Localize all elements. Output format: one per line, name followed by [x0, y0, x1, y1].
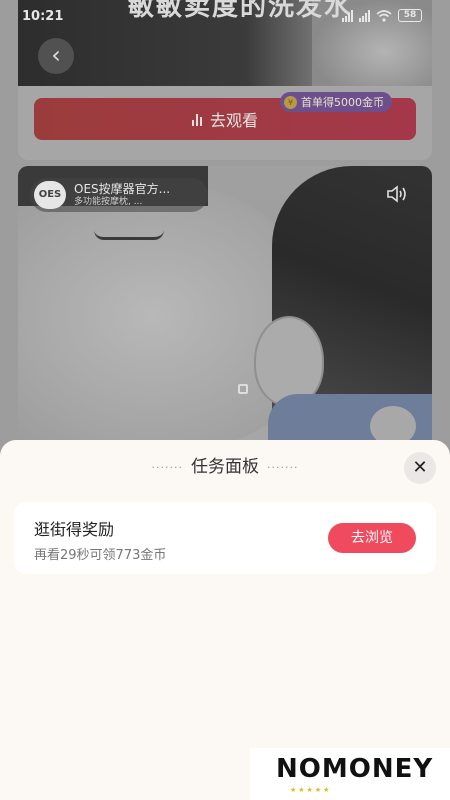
store-desc: 多功能按摩枕, ...: [74, 196, 143, 207]
close-icon[interactable]: ✕: [404, 452, 436, 484]
task-title: 逛街得奖励: [34, 520, 115, 539]
wifi-icon: [376, 9, 392, 22]
signal-icon: [359, 9, 370, 22]
watermark-stars: ★★★★★: [290, 786, 332, 794]
watermark-text: NOMONEY: [276, 754, 434, 784]
store-name: OES按摩器官方...: [74, 182, 171, 197]
browse-button[interactable]: 去浏览: [328, 523, 416, 553]
task-item: 逛街得奖励 再看29秒可领773金币 去浏览: [14, 502, 436, 574]
store-logo: OES: [34, 181, 66, 209]
chart-icon: [191, 113, 202, 126]
back-arrow-icon[interactable]: ‹: [38, 38, 74, 74]
watch-button-label: 去观看: [209, 111, 258, 130]
store-info[interactable]: OES OES按摩器官方... 多功能按摩枕, ...: [30, 178, 208, 212]
signal-icon: [342, 9, 353, 22]
task-panel-header: ······· 任务面板 ······· ✕: [0, 440, 450, 488]
video-card-2[interactable]: OES OES按摩器官方... 多功能按摩枕, ...: [18, 166, 432, 466]
status-time: 10:21: [22, 9, 64, 24]
reward-badge-text: 首单得5000金币: [301, 96, 384, 109]
battery-icon: 58: [398, 9, 422, 22]
coin-icon: ¥: [284, 95, 297, 109]
watermark-logo: NOMONEY ★★★★★: [250, 748, 450, 800]
task-panel: ······· 任务面板 ······· ✕ 逛街得奖励 再看29秒可领773金币 …: [0, 440, 450, 800]
reward-badge: ¥ 首单得5000金币: [280, 92, 392, 112]
task-panel-title: 任务面板: [191, 457, 259, 477]
speaker-icon[interactable]: [386, 184, 410, 204]
status-bar: 10:21 58: [0, 0, 450, 34]
task-subtitle: 再看29秒可领773金币: [34, 548, 167, 563]
